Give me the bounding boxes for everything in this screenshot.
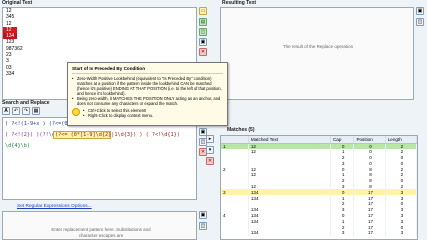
undo-icon[interactable]: ↶ bbox=[12, 107, 20, 115]
matches-cell-len: 3 bbox=[385, 229, 417, 236]
resulting-text-area[interactable]: The result of the Replace operation bbox=[220, 7, 414, 100]
matches-cell-pos: 17 bbox=[353, 229, 386, 236]
tooltip-foot-item: Right-Click to display context menu. bbox=[83, 113, 153, 118]
tooltip-list: Zero-Width Positive Lookbehind (equivale… bbox=[72, 76, 223, 106]
regex-toolbar: A ↶ ↷ ▦ bbox=[2, 107, 40, 116]
matches-column-header[interactable]: Position bbox=[353, 136, 386, 144]
format-icon[interactable]: ▦ bbox=[32, 107, 40, 115]
tooltip-popup: Start of Is Preceded By Condition Zero-W… bbox=[67, 62, 228, 126]
regex-line-3: (?<= (0*[1-9]\d{2}|1\d{3}) ) ( ?<!\d{1}) bbox=[55, 132, 180, 138]
matches-column-header[interactable] bbox=[221, 136, 249, 144]
tooltip-item: Being zero-width, it MATCHES THE POSITIO… bbox=[72, 96, 223, 106]
replace-pattern-hint: Enter replacement pattern here. Substitu… bbox=[51, 227, 151, 238]
matches-cell-n bbox=[221, 229, 249, 236]
replace-copy-icon[interactable]: ◫ bbox=[199, 222, 207, 230]
save-result-icon[interactable]: ▣ bbox=[416, 7, 424, 15]
regex-line-4: \d{4}\b) bbox=[5, 143, 30, 149]
matches-column-header[interactable]: Cap bbox=[330, 136, 355, 144]
open-file-icon[interactable]: ▭ bbox=[199, 7, 207, 15]
tooltip-title: Start of Is Preceded By Condition bbox=[72, 66, 223, 74]
search-replace-title: Search and Replace bbox=[2, 100, 50, 106]
original-text-title: Original Text bbox=[2, 0, 33, 6]
copy-icon[interactable]: ◫ bbox=[199, 28, 207, 36]
replace-save-icon[interactable]: ▣ bbox=[199, 211, 207, 219]
regex-builder-icon[interactable]: A bbox=[2, 107, 10, 115]
paste-icon[interactable]: ▤ bbox=[199, 18, 207, 26]
save-icon[interactable]: ▣ bbox=[199, 38, 207, 46]
matches-cell-cap: 3 bbox=[330, 229, 355, 236]
matches-collapse-icon[interactable]: ▾ bbox=[206, 146, 214, 154]
matches-column-header[interactable]: Length bbox=[385, 136, 417, 144]
matches-expand-icon[interactable]: ▸ bbox=[206, 135, 214, 143]
copy-result-icon[interactable]: ◫ bbox=[416, 18, 424, 26]
redo-icon[interactable]: ↷ bbox=[22, 107, 30, 115]
matches-table: Matched Text Cap Position Length 1 12 0 0 2 12 1 0… bbox=[221, 136, 417, 236]
matches-row[interactable]: 134 3 17 3 bbox=[221, 229, 417, 236]
original-text-line: 12 bbox=[6, 20, 12, 27]
lightbulb-icon bbox=[72, 108, 80, 116]
matches-clear-icon[interactable]: ✕ bbox=[206, 157, 214, 165]
clear-icon[interactable]: ✕ bbox=[199, 48, 207, 56]
resulting-text-title: Resulting Text bbox=[222, 0, 257, 6]
matches-header-row: Matched Text Cap Position Length bbox=[221, 136, 417, 144]
regex-editor[interactable]: ( ?<!(1-9+x ) (?<=(0*[1-9]\d{1}) \d{1}) … bbox=[2, 117, 197, 200]
replace-pattern-area[interactable]: Enter replacement pattern here. Substitu… bbox=[2, 211, 197, 240]
regex-options-link[interactable]: Set Regular Expressions Options... bbox=[17, 204, 92, 209]
matches-body: 1 12 0 0 2 12 1 0 2 2 0 0 3 0 0 2 12 0 8 2 12 1 8 2 2 8 0 12 3 8 2 3 134… bbox=[221, 143, 417, 236]
matches-cell-text: 134 bbox=[248, 229, 331, 236]
matches-title: Matches (5) bbox=[227, 127, 255, 133]
matches-table-container[interactable]: Matched Text Cap Position Length 1 12 0 0 2 12 1 0… bbox=[220, 135, 418, 240]
tooltip-item: Zero-Width Positive Lookbehind (equivale… bbox=[72, 76, 223, 96]
tooltip-footer: Ctrl+Click to select this element! Right… bbox=[72, 108, 223, 118]
resulting-text-placeholder: The result of the Replace operation bbox=[282, 44, 354, 49]
tooltip-foot-list: Ctrl+Click to select this element! Right… bbox=[83, 108, 153, 118]
matches-column-header[interactable]: Matched Text bbox=[248, 136, 331, 144]
